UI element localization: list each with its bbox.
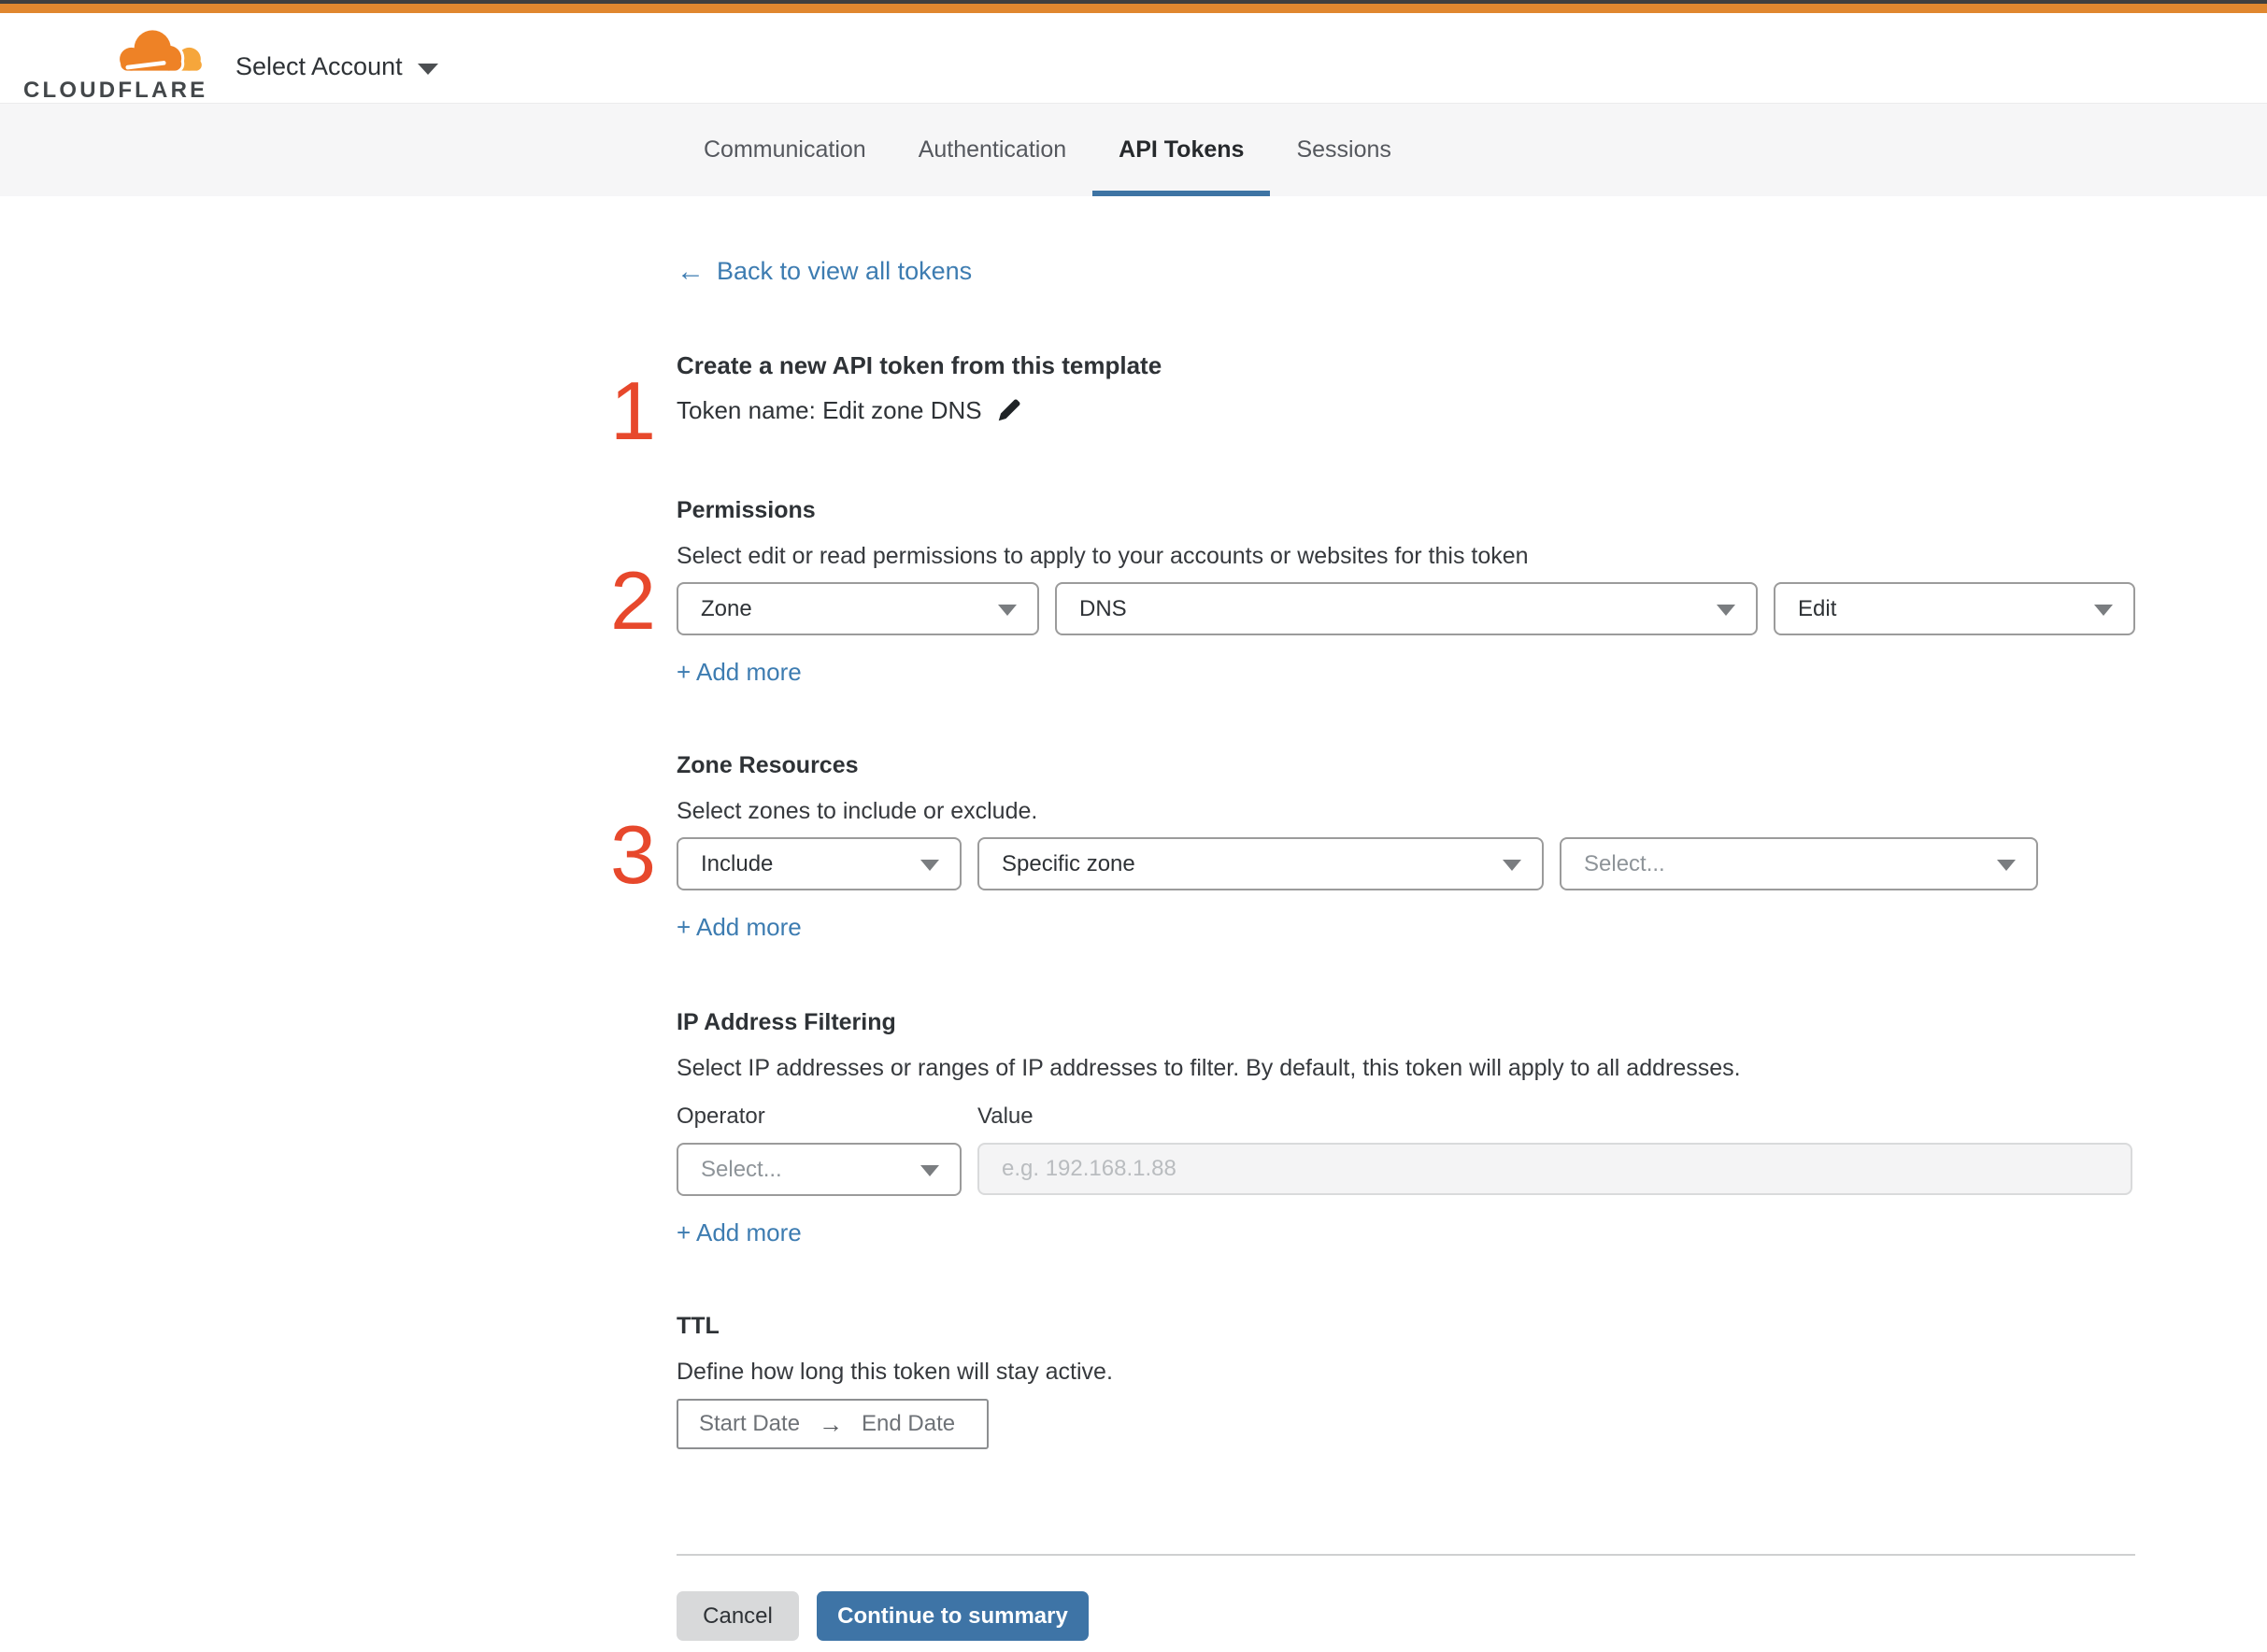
- step-number-3: 3: [610, 808, 656, 901]
- select-value: DNS: [1079, 595, 1127, 621]
- cancel-button[interactable]: Cancel: [677, 1591, 799, 1641]
- operator-label: Operator: [677, 1104, 765, 1129]
- tab-communication[interactable]: Communication: [677, 104, 892, 196]
- chevron-down-icon: [1997, 859, 2016, 871]
- chevron-down-icon: [2094, 604, 2113, 616]
- token-name-row: Token name: Edit zone DNS: [677, 395, 2135, 425]
- ip-filtering-heading: IP Address Filtering: [677, 1009, 896, 1035]
- tab-label: Authentication: [918, 136, 1067, 163]
- ttl-description: Define how long this token will stay act…: [677, 1359, 1113, 1385]
- tab-authentication[interactable]: Authentication: [892, 104, 1092, 196]
- tab-api-tokens[interactable]: API Tokens: [1092, 104, 1271, 196]
- tab-label: API Tokens: [1119, 136, 1245, 163]
- chevron-down-icon: [920, 1164, 939, 1176]
- zone-name-select[interactable]: Select...: [1560, 837, 2038, 890]
- cloudflare-logo[interactable]: CLOUDFLARE: [23, 26, 207, 104]
- ip-filtering-add-more-link[interactable]: + Add more: [677, 1218, 802, 1247]
- select-placeholder: Select...: [1584, 850, 1665, 876]
- ip-filtering-section: IP Address Filtering Select IP addresses…: [677, 1009, 2135, 1247]
- zone-resources-add-more-link[interactable]: + Add more: [677, 912, 802, 942]
- chevron-down-icon: [1503, 859, 1521, 871]
- select-value: Edit: [1798, 595, 1837, 621]
- ip-operator-select[interactable]: Select...: [677, 1143, 962, 1196]
- permission-scope-select[interactable]: Zone: [677, 582, 1039, 635]
- ip-filtering-description: Select IP addresses or ranges of IP addr…: [677, 1055, 1741, 1081]
- ip-filtering-labels: Operator Value: [677, 1104, 2135, 1129]
- account-selector[interactable]: Select Account: [235, 52, 438, 81]
- chevron-down-icon: [1717, 604, 1735, 616]
- zone-resources-row: Include Specific zone Select...: [677, 837, 2135, 890]
- main-content: ← Back to view all tokens 1 Create a new…: [610, 196, 2135, 1641]
- back-link-label: Back to view all tokens: [717, 257, 973, 285]
- token-name-text: Token name: Edit zone DNS: [677, 396, 982, 424]
- continue-to-summary-button[interactable]: Continue to summary: [817, 1591, 1089, 1641]
- permissions-section: 2 Permissions Select edit or read permis…: [610, 497, 2135, 687]
- arrow-right-icon: →: [819, 1409, 844, 1438]
- permission-group-select[interactable]: DNS: [1055, 582, 1758, 635]
- account-selector-label: Select Account: [235, 52, 403, 80]
- chevron-down-icon: [920, 859, 939, 871]
- zone-resources-heading: Zone Resources: [677, 752, 859, 778]
- permission-level-select[interactable]: Edit: [1774, 582, 2135, 635]
- tab-bar: Communication Authentication API Tokens …: [0, 103, 2267, 196]
- back-link[interactable]: ← Back to view all tokens: [677, 257, 972, 286]
- tab-label: Sessions: [1296, 136, 1391, 163]
- tab-sessions[interactable]: Sessions: [1270, 104, 1417, 196]
- end-date-placeholder: End Date: [862, 1411, 956, 1436]
- zone-resources-section: 3 Zone Resources Select zones to include…: [610, 752, 2135, 942]
- edit-pencil-icon[interactable]: [995, 396, 1023, 424]
- ttl-section: TTL Define how long this token will stay…: [677, 1313, 2135, 1449]
- zone-resources-description: Select zones to include or exclude.: [677, 798, 1038, 824]
- footer-divider: [677, 1554, 2135, 1556]
- permissions-row: Zone DNS Edit: [677, 582, 2135, 635]
- token-template-section: 1 Create a new API token from this templ…: [610, 351, 2135, 452]
- page-title: Create a new API token from this templat…: [677, 351, 1162, 379]
- brand-accent-bar: [0, 4, 2267, 13]
- select-placeholder: Select...: [701, 1156, 782, 1182]
- date-range-picker[interactable]: Start Date → End Date: [677, 1399, 989, 1449]
- cloudflare-cloud-icon: [117, 26, 202, 75]
- step-number-2: 2: [610, 554, 656, 647]
- permissions-heading: Permissions: [677, 497, 816, 523]
- start-date-placeholder: Start Date: [699, 1411, 801, 1436]
- chevron-down-icon: [417, 63, 438, 75]
- tab-label: Communication: [704, 136, 866, 163]
- ip-filtering-row: Select...: [677, 1143, 2135, 1196]
- back-arrow-icon: ←: [677, 255, 705, 287]
- select-value: Specific zone: [1002, 850, 1135, 876]
- header: CLOUDFLARE Select Account: [0, 13, 2267, 103]
- form-actions: Cancel Continue to summary: [677, 1591, 2135, 1641]
- chevron-down-icon: [998, 604, 1017, 616]
- value-label: Value: [977, 1104, 1034, 1129]
- brand-name: CLOUDFLARE: [23, 78, 208, 103]
- step-number-1: 1: [610, 364, 656, 457]
- zone-type-select[interactable]: Specific zone: [977, 837, 1544, 890]
- zone-include-exclude-select[interactable]: Include: [677, 837, 962, 890]
- select-value: Include: [701, 850, 774, 876]
- permissions-description: Select edit or read permissions to apply…: [677, 543, 1529, 569]
- ttl-heading: TTL: [677, 1313, 720, 1339]
- select-value: Zone: [701, 595, 752, 621]
- ip-value-input[interactable]: [977, 1143, 2132, 1195]
- permissions-add-more-link[interactable]: + Add more: [677, 657, 802, 687]
